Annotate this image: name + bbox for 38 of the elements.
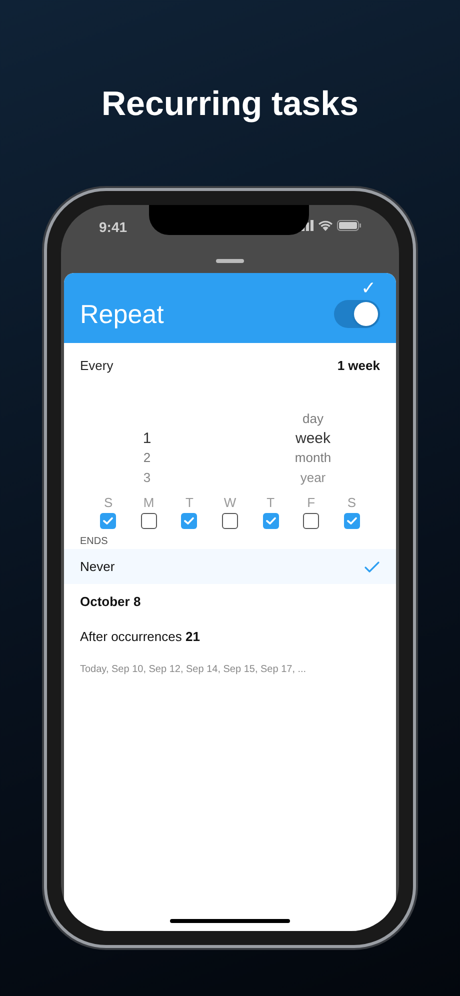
weekday-checkbox[interactable] xyxy=(222,513,238,529)
weekday-label: F xyxy=(306,495,316,511)
battery-icon xyxy=(337,220,361,231)
checkmark-icon xyxy=(266,517,276,525)
weekday-checkbox[interactable] xyxy=(181,513,198,529)
picker-option[interactable]: day xyxy=(302,409,324,428)
picker-option[interactable]: 1 xyxy=(142,428,152,448)
weekday-checkbox[interactable] xyxy=(344,513,360,529)
checkmark-icon xyxy=(346,517,357,525)
sheet-title: Repeat xyxy=(80,298,164,331)
checkmark-icon xyxy=(184,517,194,525)
status-time: 9:41 xyxy=(99,218,128,237)
weekday-label: S xyxy=(346,495,358,511)
checkmark-icon xyxy=(364,560,380,572)
repeat-toggle[interactable] xyxy=(334,300,380,328)
weekday-label: T xyxy=(184,495,194,511)
picker-option[interactable]: 2 xyxy=(143,448,151,468)
headline: Recurring tasks xyxy=(102,84,358,124)
number-picker[interactable]: 1 2 3 xyxy=(64,409,230,487)
weekday-label: S xyxy=(102,495,114,511)
weekday-checkbox[interactable] xyxy=(140,513,157,529)
wifi-icon xyxy=(318,220,333,231)
every-label: Every xyxy=(80,357,114,376)
weekday-label: M xyxy=(142,495,156,511)
section-header: ENDS xyxy=(79,535,109,549)
occurrence-preview: Today, Sep 10, Sep 12, Sep 14, Sep 15, Sep 17, ... xyxy=(79,663,308,677)
end-option[interactable]: Never xyxy=(64,549,396,584)
every-value: 1 week xyxy=(337,357,380,376)
weekday-label: T xyxy=(266,495,276,511)
weekday-checkbox[interactable] xyxy=(262,513,279,529)
picker-option[interactable]: week xyxy=(295,428,331,448)
weekday-checkbox[interactable] xyxy=(100,513,116,529)
weekday-label: W xyxy=(222,495,238,511)
sheet-grabber[interactable] xyxy=(216,259,244,263)
picker-option[interactable]: month xyxy=(294,448,332,468)
unit-picker[interactable]: day week month year xyxy=(230,409,396,487)
weekday-checkbox[interactable] xyxy=(303,513,320,529)
checkmark-icon xyxy=(103,517,114,525)
